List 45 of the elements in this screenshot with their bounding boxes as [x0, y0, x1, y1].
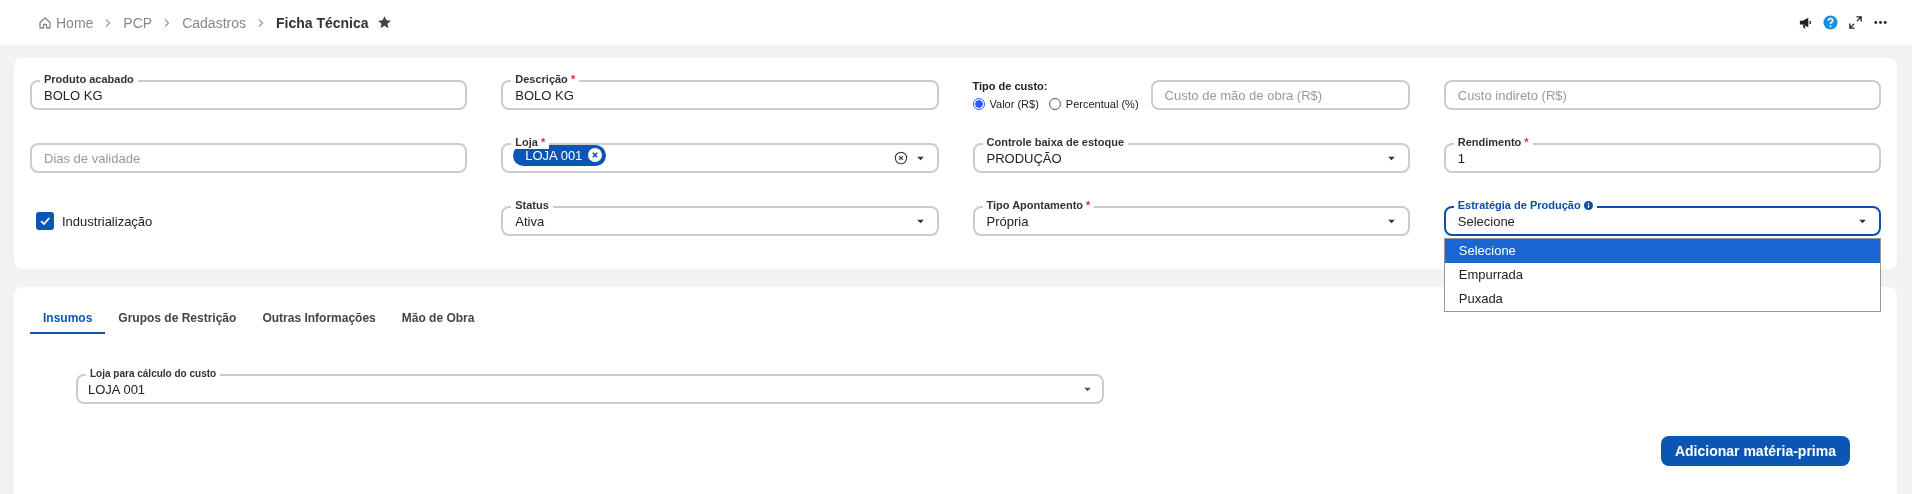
- field-label: Rendimento *: [1453, 136, 1533, 149]
- select-field[interactable]: Status Ativa: [501, 199, 939, 236]
- megaphone-icon[interactable]: [1798, 15, 1813, 30]
- checkbox[interactable]: Industrialização: [36, 206, 153, 236]
- star-icon[interactable]: [376, 15, 392, 30]
- field-label: Estratégia de Produção: [1453, 199, 1597, 212]
- field-label: Descrição *: [511, 73, 580, 86]
- remove-icon[interactable]: [588, 148, 603, 162]
- help-icon[interactable]: [1823, 15, 1838, 30]
- field-label: Tipo Apontamento *: [982, 199, 1095, 212]
- dropdown-option[interactable]: Puxada: [1444, 287, 1880, 311]
- dropdown-option[interactable]: Selecione: [1444, 239, 1880, 263]
- checkmark-icon: [38, 214, 52, 228]
- tab[interactable]: Mão de Obra: [388, 311, 488, 334]
- field-label: Status: [511, 199, 553, 212]
- tab[interactable]: Outras Informações: [249, 311, 389, 334]
- caret-icon: [1386, 218, 1396, 224]
- caret-icon: [915, 218, 925, 224]
- expand-icon[interactable]: [1848, 15, 1863, 30]
- home-icon: [38, 15, 52, 30]
- caret-icon: [915, 155, 925, 161]
- tab[interactable]: Grupos de Restrição: [105, 311, 250, 334]
- caret-icon: [1083, 386, 1092, 392]
- page-title[interactable]: Ficha Técnica: [275, 14, 369, 31]
- breadcrumb-link[interactable]: Cadastros: [182, 14, 246, 31]
- field-label: Loja para cálculo do custo: [86, 367, 221, 380]
- caret-icon: [1386, 155, 1396, 161]
- select-field[interactable]: Tipo Apontamento * Própria: [972, 199, 1410, 236]
- select-field[interactable]: Loja para cálculo do custo LOJA 001: [76, 367, 1104, 404]
- tab[interactable]: Insumos: [30, 311, 106, 334]
- dropdown-option[interactable]: Empurrada: [1444, 263, 1880, 287]
- field-label: Controle baixa de estoque: [982, 136, 1129, 149]
- select-field[interactable]: Controle baixa de estoque PRODUÇÃO: [972, 136, 1410, 173]
- breadcrumb-link[interactable]: Home: [38, 14, 94, 31]
- cost-type-label: Tipo de custo:: [972, 80, 1049, 92]
- caret-icon: [1858, 218, 1867, 224]
- field-label: Produto acabado: [40, 73, 138, 86]
- clear-icon[interactable]: [893, 151, 908, 165]
- input-field[interactable]: Rendimento * 1: [1443, 136, 1881, 173]
- radio-option[interactable]: Valor (R$): [972, 98, 1039, 110]
- input-field[interactable]: Descrição * BOLO KG: [501, 73, 939, 110]
- breadcrumb-link[interactable]: PCP: [123, 14, 153, 31]
- radio-option[interactable]: Percentual (%): [1048, 98, 1139, 110]
- input-field[interactable]: Produto acabado BOLO KG: [30, 73, 468, 110]
- add-button[interactable]: Adicionar matéria-prima: [1660, 436, 1850, 466]
